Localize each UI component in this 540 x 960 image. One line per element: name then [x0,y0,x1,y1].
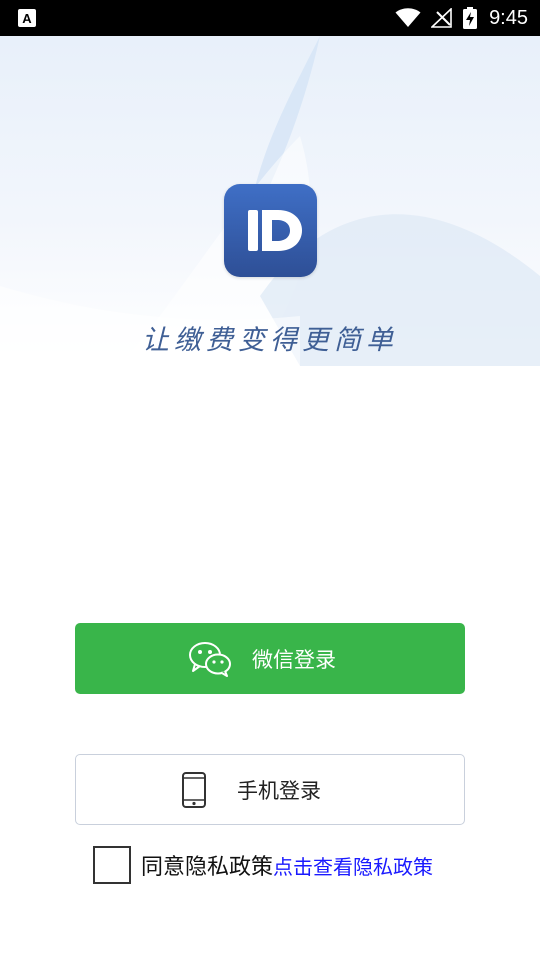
mobile-phone-icon [182,771,206,808]
clock-time: 9:45 [489,6,528,29]
wechat-login-button[interactable]: 微信登录 [75,623,465,694]
wechat-icon [189,641,231,677]
phone-login-button[interactable]: 手机登录 [75,754,465,825]
app-slogan: 让缴费变得更简单 [142,325,398,356]
wechat-login-label: 微信登录 [252,647,336,672]
app-logo: D [224,184,317,277]
privacy-policy-link[interactable]: 点击查看隐私政策 [273,851,433,880]
privacy-agree-text: 同意隐私政策 [141,855,274,880]
svg-text:A: A [22,11,32,26]
battery-charging-icon [463,7,478,29]
app-notification-icon: A [18,9,36,27]
privacy-agree-checkbox[interactable] [93,846,131,884]
wifi-icon [395,8,421,27]
privacy-agreement-row: 同意隐私政策 点击查看隐私政策 [93,844,433,886]
no-signal-icon [431,8,452,28]
status-bar: A 9:45 [0,0,540,36]
phone-login-label: 手机登录 [237,778,321,803]
status-icons: 9:45 [395,0,528,36]
